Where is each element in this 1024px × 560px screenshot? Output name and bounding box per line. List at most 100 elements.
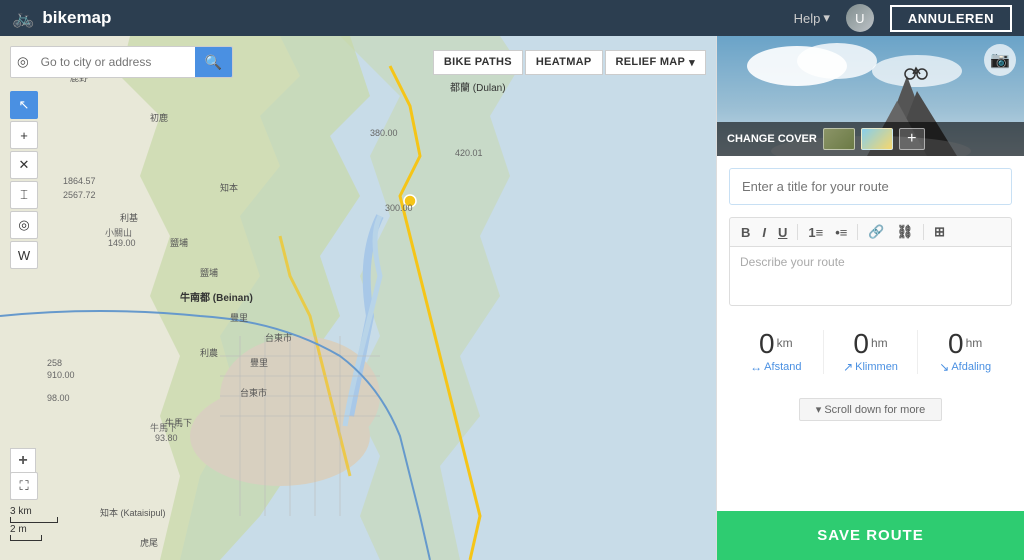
location-icon: ◎ (17, 54, 29, 70)
svg-text:初鹿: 初鹿 (150, 112, 168, 123)
cover-thumb-1[interactable] (823, 128, 855, 150)
change-cover-button[interactable]: CHANGE COVER (727, 133, 817, 145)
cover-image: 📷 CHANGE COVER + (717, 36, 1024, 156)
map-svg: 牛南都 (Beinan) 都蘭 (Dulan) 鹿野 初鹿 知本 利基 鹽埔 鹽… (0, 36, 716, 560)
svg-text:豐里: 豐里 (230, 313, 248, 323)
search-location-icon[interactable]: ◎ (11, 47, 35, 77)
svg-text:利農: 利農 (200, 347, 218, 358)
rte-separator-1 (797, 224, 798, 240)
rte-bold-button[interactable]: B (736, 223, 755, 242)
zoom-in-button[interactable]: + (10, 448, 36, 474)
avatar[interactable]: U (846, 4, 874, 32)
svg-text:都蘭 (Dulan): 都蘭 (Dulan) (450, 81, 506, 94)
cover-thumb-2[interactable] (861, 128, 893, 150)
heatmap-button[interactable]: HEATMAP (525, 50, 603, 75)
add-cover-button[interactable]: + (899, 128, 925, 150)
rte-table-button[interactable]: ⊞ (929, 222, 950, 242)
rte-toolbar: B I U 1≡ •≡ 🔗 ⛓ ⊞ (729, 217, 1012, 246)
stat-climb: 0hm ↗ Klimmen (824, 322, 918, 382)
rte-describe-input[interactable]: Describe your route (729, 246, 1012, 306)
rte-italic-button[interactable]: I (757, 223, 771, 242)
map-container[interactable]: 牛南都 (Beinan) 都蘭 (Dulan) 鹿野 初鹿 知本 利基 鹽埔 鹽… (0, 36, 716, 560)
add-waypoint-tool[interactable]: + (10, 121, 38, 149)
wikipedia-tool[interactable]: W (10, 241, 38, 269)
map-left-tools: ↖ + ✕ ⌶ ◎ W (10, 91, 38, 269)
measure-tool[interactable]: ⌶ (10, 181, 38, 209)
svg-text:台東市: 台東市 (265, 332, 292, 343)
svg-text:910.00: 910.00 (47, 370, 75, 380)
rte-link-button[interactable]: 🔗 (863, 222, 889, 242)
scale-label-2m: 2 m (10, 524, 58, 535)
relief-map-button[interactable]: RELIEF MAP ▾ (605, 50, 706, 75)
help-label: Help (794, 11, 821, 26)
chevron-down-icon: ▾ (823, 10, 830, 26)
bike-icon: 🚲 (12, 8, 34, 29)
svg-text:93.80: 93.80 (155, 433, 178, 443)
annuleren-button[interactable]: ANNULEREN (890, 5, 1012, 32)
search-box: ◎ 🔍 (10, 46, 233, 78)
rte-underline-button[interactable]: U (773, 223, 792, 242)
svg-text:利基: 利基 (120, 212, 138, 223)
save-route-button[interactable]: SAVE ROUTE (717, 511, 1024, 560)
rich-text-editor: B I U 1≡ •≡ 🔗 ⛓ ⊞ Describe your route (729, 217, 1012, 306)
map-scale: 3 km 2 m (10, 506, 58, 542)
rte-unordered-list-button[interactable]: •≡ (830, 223, 852, 242)
stat-distance-value: 0km (729, 330, 823, 358)
stats-row: 0km ↔ Afstand 0hm ↗ Klimmen (729, 322, 1012, 382)
map-options: BIKE PATHS HEATMAP RELIEF MAP ▾ (433, 50, 706, 75)
relief-map-label: RELIEF MAP (616, 56, 686, 68)
svg-text:1864.57: 1864.57 (63, 176, 96, 186)
stat-distance: 0km ↔ Afstand (729, 322, 823, 382)
bike-paths-button[interactable]: BIKE PATHS (433, 50, 523, 75)
svg-text:知本: 知本 (220, 182, 238, 193)
svg-text:虎尾: 虎尾 (140, 537, 158, 548)
svg-text:豐里: 豐里 (250, 358, 268, 368)
stat-climb-value: 0hm (824, 330, 918, 358)
svg-text:小關山: 小關山 (105, 228, 132, 238)
header-right: Help ▾ U ANNULEREN (794, 4, 1012, 32)
svg-text:牛馬下: 牛馬下 (150, 422, 177, 433)
svg-text:知本 (Kataisipul): 知本 (Kataisipul) (100, 507, 166, 518)
location-tool[interactable]: ◎ (10, 211, 38, 239)
cursor-tool[interactable]: ↖ (10, 91, 38, 119)
camera-button[interactable]: 📷 (984, 44, 1016, 76)
help-button[interactable]: Help ▾ (794, 10, 830, 26)
logo-text: bikemap (42, 8, 111, 28)
camera-icon: 📷 (990, 50, 1010, 70)
describe-placeholder: Describe your route (740, 255, 845, 269)
map-toolbar: ◎ 🔍 BIKE PATHS HEATMAP RELIEF MAP ▾ (0, 46, 716, 78)
header: 🚲 bikemap Help ▾ U ANNULEREN (0, 0, 1024, 36)
rte-separator-2 (857, 224, 858, 240)
svg-text:鹽埔: 鹽埔 (200, 267, 218, 278)
svg-text:420.01: 420.01 (455, 148, 483, 158)
search-icon: 🔍 (205, 54, 222, 70)
route-title-input[interactable] (729, 168, 1012, 205)
svg-text:98.00: 98.00 (47, 393, 70, 403)
remove-tool[interactable]: ✕ (10, 151, 38, 179)
search-input[interactable] (35, 47, 195, 77)
rte-unlink-button[interactable]: ⛓ (892, 222, 919, 242)
change-cover-bar: CHANGE COVER + (717, 122, 1024, 156)
rte-separator-3 (923, 224, 924, 240)
svg-text:台東市: 台東市 (240, 387, 267, 398)
svg-text:2567.72: 2567.72 (63, 190, 96, 200)
svg-text:牛南都 (Beinan): 牛南都 (Beinan) (180, 291, 253, 304)
stat-descent-value: 0hm (918, 330, 1012, 358)
rte-ordered-list-button[interactable]: 1≡ (803, 223, 828, 242)
stat-descent: 0hm ↘ Afdaling (918, 322, 1012, 382)
fullscreen-button[interactable]: ⛶ (10, 472, 38, 500)
scale-label-3km: 3 km (10, 506, 58, 517)
svg-text:300.00: 300.00 (385, 203, 413, 213)
main-area: 牛南都 (Beinan) 都蘭 (Dulan) 鹿野 初鹿 知本 利基 鹽埔 鹽… (0, 36, 1024, 560)
scroll-down-button[interactable]: ▾ Scroll down for more (799, 398, 942, 421)
search-submit-button[interactable]: 🔍 (195, 47, 232, 77)
svg-text:258: 258 (47, 358, 62, 368)
svg-text:鹽埔: 鹽埔 (170, 237, 188, 248)
svg-text:149.00: 149.00 (108, 238, 136, 248)
header-left: 🚲 bikemap (12, 8, 111, 29)
panel-content: B I U 1≡ •≡ 🔗 ⛓ ⊞ Describe your route (717, 156, 1024, 511)
scroll-hint: ▾ Scroll down for more (729, 398, 1012, 421)
right-panel: 📷 CHANGE COVER + B I U 1≡ (716, 36, 1024, 560)
svg-text:380.00: 380.00 (370, 128, 398, 138)
chevron-down-icon: ▾ (689, 56, 695, 69)
